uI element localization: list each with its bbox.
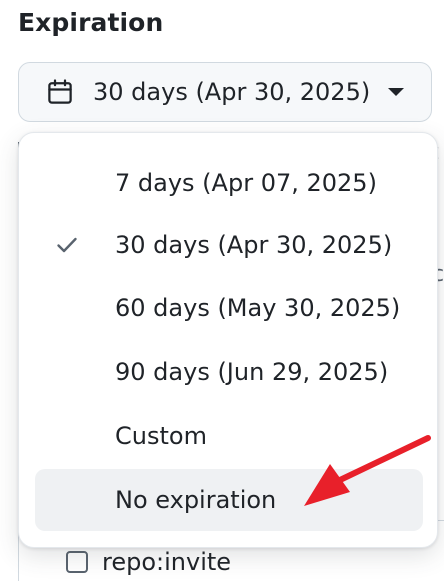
option-label: No expiration <box>115 486 277 514</box>
checkmark-icon <box>57 237 77 253</box>
calendar-icon <box>48 79 72 104</box>
option-7-days[interactable]: 7 days (Apr 07, 2025) <box>35 152 423 214</box>
expiration-select-button[interactable]: 30 days (Apr 30, 2025) <box>18 62 432 122</box>
option-label: 7 days (Apr 07, 2025) <box>115 169 377 197</box>
option-label: 30 days (Apr 30, 2025) <box>115 231 393 259</box>
option-30-days[interactable]: 30 days (Apr 30, 2025) <box>35 214 423 276</box>
option-label: Custom <box>115 422 207 450</box>
scope-label: repo:invite <box>102 548 232 576</box>
option-label: 90 days (Jun 29, 2025) <box>115 358 389 386</box>
option-60-days[interactable]: 60 days (May 30, 2025) <box>35 277 423 339</box>
selected-expiration-text: 30 days (Apr 30, 2025) <box>93 78 371 106</box>
option-90-days[interactable]: 90 days (Jun 29, 2025) <box>35 341 423 403</box>
option-label: 60 days (May 30, 2025) <box>115 294 401 322</box>
scope-checkbox[interactable] <box>66 551 88 573</box>
annotation-arrow-icon <box>304 435 431 506</box>
scope-row[interactable]: repo:invite <box>66 548 231 576</box>
chevron-down-icon <box>388 88 405 96</box>
expiration-label: Expiration <box>18 8 164 37</box>
